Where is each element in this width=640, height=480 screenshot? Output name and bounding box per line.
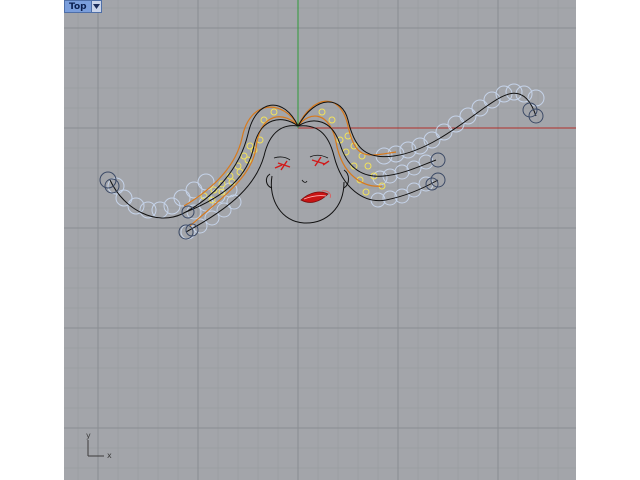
- nose: [301, 179, 308, 183]
- hair-curves: [109, 92, 537, 233]
- viewport-canvas[interactable]: y x: [64, 0, 576, 480]
- right-eye-mark: [311, 156, 330, 167]
- triangle-down-icon[interactable]: [90, 0, 102, 13]
- lips: [300, 191, 329, 203]
- viewport-name-label[interactable]: Top: [64, 0, 91, 13]
- hair-sweep-circles: [107, 83, 545, 240]
- rhino-window: y x Top: [0, 0, 640, 480]
- axis-widget-x-label: x: [107, 451, 112, 460]
- top-viewport[interactable]: y x Top: [64, 0, 576, 480]
- right-brow: [309, 154, 329, 159]
- axis-widget-y-label: y: [86, 431, 91, 440]
- minor-grid: [64, 0, 576, 480]
- face-drawing: [265, 154, 349, 224]
- axis-widget: y x: [86, 431, 112, 460]
- left-eye-mark: [274, 160, 291, 171]
- left-brow: [273, 156, 291, 161]
- viewport-title-tab[interactable]: Top: [64, 0, 102, 13]
- strand-end-caps: [99, 102, 544, 240]
- hair-outline: [183, 100, 397, 227]
